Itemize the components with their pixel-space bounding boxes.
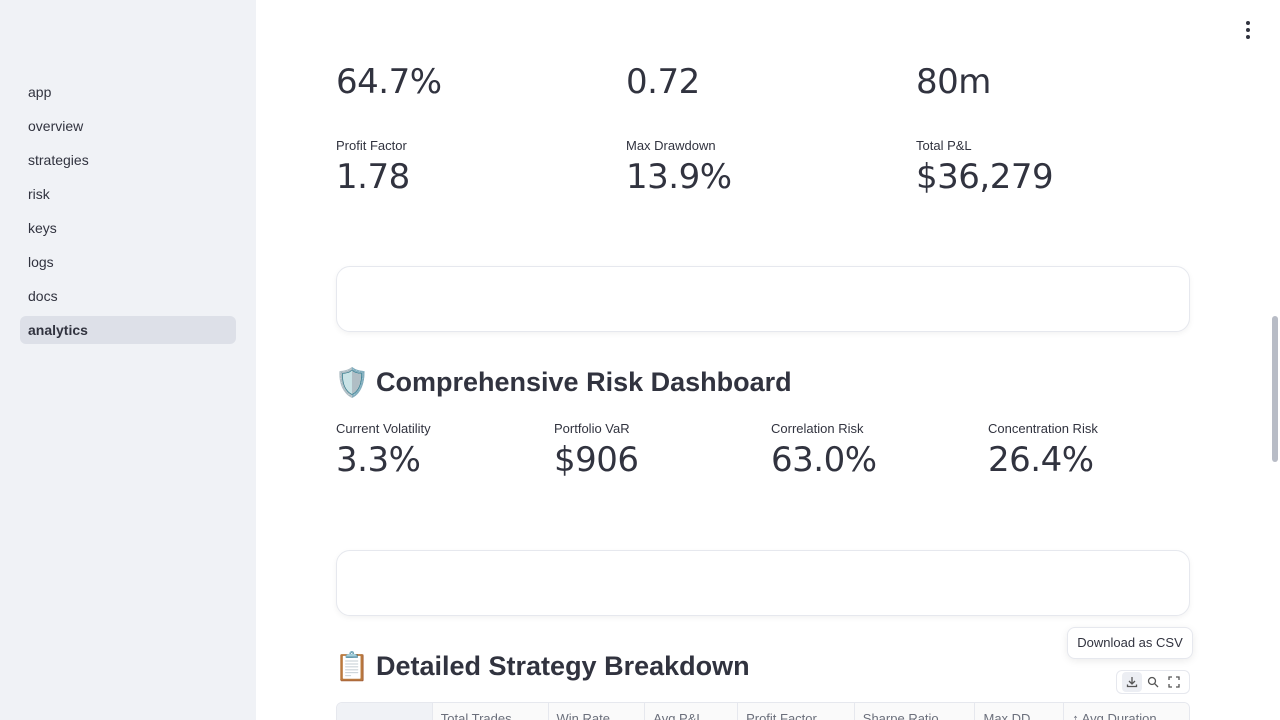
main-content: 64.7% 0.72 80m Profit Factor 1.78 Max Dr… bbox=[256, 0, 1280, 720]
strategy-table[interactable]: Total Trades Win Rate Avg P&L Profit Fac… bbox=[336, 702, 1190, 720]
section-title: Detailed Strategy Breakdown bbox=[376, 651, 750, 681]
empty-card bbox=[336, 266, 1190, 332]
metric-label: Current Volatility bbox=[336, 421, 431, 436]
sidebar-item-keys[interactable]: keys bbox=[20, 214, 236, 242]
metric-value: 64.7% bbox=[336, 62, 442, 102]
table-header-avg-duration[interactable]: ↑ Avg Duration bbox=[1064, 703, 1189, 720]
sidebar-item-overview[interactable]: overview bbox=[20, 112, 236, 140]
search-button[interactable] bbox=[1143, 672, 1163, 692]
metric-label: Concentration Risk bbox=[988, 421, 1098, 436]
metric-label: Portfolio VaR bbox=[554, 421, 630, 436]
metric-concentration-risk: Concentration Risk 26.4% bbox=[988, 420, 1098, 482]
metric-value: 80m bbox=[916, 62, 991, 102]
metric-max-drawdown: Max Drawdown 13.9% bbox=[626, 137, 732, 199]
sidebar-item-analytics[interactable]: analytics bbox=[20, 316, 236, 344]
table-header-total-trades[interactable]: Total Trades bbox=[432, 703, 549, 720]
metric-label: Max Drawdown bbox=[626, 138, 716, 153]
metric-value: 13.9% bbox=[626, 157, 732, 197]
metric-value: 63.0% bbox=[771, 440, 877, 480]
metric-label bbox=[916, 42, 991, 60]
metric-correlation-risk: Correlation Risk 63.0% bbox=[771, 420, 877, 482]
metric-value: 3.3% bbox=[336, 440, 421, 480]
metric-label: Correlation Risk bbox=[771, 421, 864, 436]
metric-label bbox=[626, 42, 700, 60]
metric-total-pnl: Total P&L $36,279 bbox=[916, 137, 1054, 199]
table-header-index[interactable] bbox=[337, 703, 433, 720]
dot bbox=[1246, 21, 1250, 25]
metric-value: 1.78 bbox=[336, 157, 410, 197]
section-title: Comprehensive Risk Dashboard bbox=[376, 367, 792, 397]
metric-label: Total P&L bbox=[916, 138, 972, 153]
download-tooltip: Download as CSV bbox=[1067, 627, 1193, 659]
sidebar: app overview strategies risk keys logs d… bbox=[0, 0, 256, 720]
metric-label bbox=[336, 42, 442, 60]
metric-avg-duration: 80m bbox=[916, 42, 991, 104]
search-icon bbox=[1147, 676, 1159, 688]
dot bbox=[1246, 28, 1250, 32]
table-toolbar bbox=[1116, 670, 1190, 694]
download-button[interactable] bbox=[1121, 672, 1142, 692]
table-header-profit-factor[interactable]: Profit Factor bbox=[738, 703, 855, 720]
sidebar-item-strategies[interactable]: strategies bbox=[20, 146, 236, 174]
scrollbar[interactable] bbox=[1268, 0, 1280, 720]
metric-portfolio-var: Portfolio VaR $906 bbox=[554, 420, 639, 482]
sidebar-item-risk[interactable]: risk bbox=[20, 180, 236, 208]
scrollbar-thumb[interactable] bbox=[1272, 316, 1278, 462]
table-header-sharpe-ratio[interactable]: Sharpe Ratio bbox=[854, 703, 976, 720]
shield-icon: 🛡️ bbox=[334, 367, 370, 398]
sidebar-nav: app overview strategies risk keys logs d… bbox=[20, 78, 236, 350]
metric-value: 26.4% bbox=[988, 440, 1094, 480]
strategy-breakdown-heading: 📋 Detailed Strategy Breakdown bbox=[334, 650, 750, 683]
table-header-max-dd[interactable]: Max DD bbox=[975, 703, 1065, 720]
metric-value: $906 bbox=[554, 440, 639, 480]
metric-value: $36,279 bbox=[916, 157, 1054, 197]
dot bbox=[1246, 35, 1250, 39]
empty-card bbox=[336, 550, 1190, 616]
metric-sharpe: 0.72 bbox=[626, 42, 700, 104]
sidebar-item-docs[interactable]: docs bbox=[20, 282, 236, 310]
fullscreen-icon bbox=[1168, 676, 1180, 688]
clipboard-icon: 📋 bbox=[334, 651, 370, 682]
sidebar-item-app[interactable]: app bbox=[20, 78, 236, 106]
download-icon bbox=[1126, 677, 1137, 688]
sidebar-item-logs[interactable]: logs bbox=[20, 248, 236, 276]
metric-profit-factor: Profit Factor 1.78 bbox=[336, 137, 410, 199]
metric-current-volatility: Current Volatility 3.3% bbox=[336, 420, 431, 482]
fullscreen-button[interactable] bbox=[1164, 672, 1184, 692]
metric-label: Profit Factor bbox=[336, 138, 407, 153]
metric-win-rate: 64.7% bbox=[336, 42, 442, 104]
table-header-win-rate[interactable]: Win Rate bbox=[548, 703, 646, 720]
risk-dashboard-heading: 🛡️ Comprehensive Risk Dashboard bbox=[334, 366, 792, 399]
main-menu-button[interactable] bbox=[1240, 20, 1256, 40]
metric-value: 0.72 bbox=[626, 62, 700, 102]
table-header-avg-pnl[interactable]: Avg P&L bbox=[645, 703, 739, 720]
